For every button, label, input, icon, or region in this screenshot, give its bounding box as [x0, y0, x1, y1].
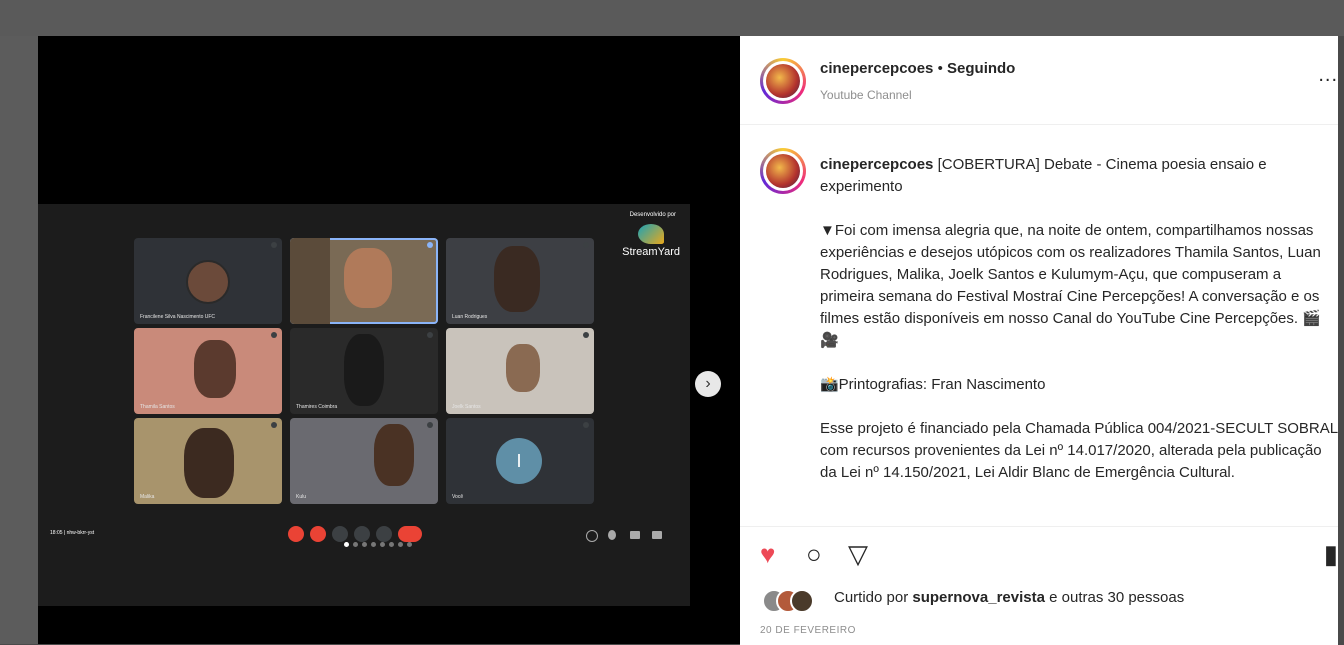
- mic-icon: [427, 422, 433, 428]
- caption-paragraph: ▼Foi com imensa alegria que, na noite de…: [820, 222, 1321, 349]
- video-call-screenshot: Desenvolvido por StreamYard Francilene S…: [38, 204, 690, 606]
- post-details-panel: cinepercepcoes • Seguindo Youtube Channe…: [740, 36, 1338, 645]
- bookshelf: [290, 238, 330, 324]
- participant-name: Thamila Santos: [140, 404, 175, 410]
- participant-tile: Malika: [134, 418, 282, 504]
- carousel-dot: [407, 542, 412, 547]
- following-button[interactable]: Seguindo: [947, 60, 1015, 77]
- liker-avatar: [790, 589, 814, 613]
- share-icon[interactable]: ▽: [848, 541, 868, 567]
- carousel-dot: [389, 542, 394, 547]
- caption-username-link[interactable]: cinepercepcoes: [820, 156, 933, 173]
- post-caption: cinepercepcoes [COBERTURA] Debate - Cine…: [820, 154, 1338, 506]
- participant-tile: Luan Rodrigues: [446, 238, 594, 324]
- chat-icon: [630, 531, 640, 539]
- mic-icon: [583, 332, 589, 338]
- dimmed-background-left: [0, 36, 38, 644]
- post-media: Desenvolvido por StreamYard Francilene S…: [38, 36, 740, 644]
- header-subtitle[interactable]: Youtube Channel: [820, 88, 912, 102]
- streamyard-brand: StreamYard: [622, 246, 680, 258]
- participant-face: [374, 424, 414, 486]
- header-username-line: cinepercepcoes • Seguindo: [820, 60, 1016, 77]
- participant-tile: I Você: [446, 418, 594, 504]
- caption-paragraph: 📸Printografias: Fran Nascimento: [820, 376, 1046, 393]
- participant-name: Joelk Santos: [452, 404, 481, 410]
- participant-tile: Joelk Santos: [446, 328, 594, 414]
- post-date[interactable]: 20 DE FEVEREIRO: [760, 625, 856, 636]
- mic-icon: [271, 242, 277, 248]
- more-options-icon: [376, 526, 392, 542]
- carousel-dot: [371, 542, 376, 547]
- camera-off-icon: [310, 526, 326, 542]
- participant-avatar: I: [496, 438, 542, 484]
- info-icon: [586, 530, 598, 542]
- likes-summary: Curtido por supernova_revista e outras 3…: [834, 589, 1185, 606]
- call-time-and-code: 18:05 | nhw-bkrr-yst: [50, 530, 95, 536]
- speaking-icon: [427, 242, 433, 248]
- mic-icon: [583, 422, 589, 428]
- participant-name: Thamires Coimbra: [296, 404, 338, 410]
- participant-name: Kulu: [296, 494, 307, 500]
- avatar[interactable]: [760, 58, 806, 104]
- participant-tile: Thamires Coimbra: [290, 328, 438, 414]
- profile-picture: [766, 64, 800, 98]
- mic-off-icon: [288, 526, 304, 542]
- participant-tile: Francilene Silva Nascimento UFC: [134, 238, 282, 324]
- streamyard-bird-icon: [638, 224, 665, 244]
- participant-face: [344, 248, 392, 308]
- participant-name: Malika: [140, 494, 155, 500]
- carousel-dot: [380, 542, 385, 547]
- comment-icon[interactable]: ○: [806, 541, 822, 567]
- participant-tile: [290, 238, 438, 324]
- heart-icon[interactable]: ♥: [760, 541, 775, 567]
- participant-face: [506, 344, 540, 392]
- caption-avatar[interactable]: [760, 148, 806, 194]
- streamyard-logo: StreamYard: [622, 224, 680, 258]
- more-options-icon[interactable]: ...: [1318, 64, 1338, 87]
- end-call-icon: [398, 526, 422, 542]
- carousel-dot: [344, 542, 349, 547]
- carousel-dot: [398, 542, 403, 547]
- present-icon: [354, 526, 370, 542]
- raise-hand-icon: [332, 526, 348, 542]
- participant-face: [494, 246, 540, 312]
- participant-tile: Thamila Santos: [134, 328, 282, 414]
- participant-face: [344, 334, 384, 406]
- mic-icon: [271, 422, 277, 428]
- mic-icon: [271, 332, 277, 338]
- participant-name: Luan Rodrigues: [452, 314, 488, 320]
- people-icon: [608, 530, 616, 540]
- participant-name: Francilene Silva Nascimento UFC: [140, 314, 216, 320]
- activities-icon: [652, 531, 662, 539]
- dimmed-background-top: [0, 0, 1344, 36]
- participant-face: [194, 340, 236, 398]
- chevron-right-icon[interactable]: ›: [695, 371, 721, 397]
- carousel-dots: [344, 542, 412, 547]
- caption-paragraph: Esse projeto é financiado pela Chamada P…: [820, 420, 1338, 481]
- header-username-link[interactable]: cinepercepcoes: [820, 60, 933, 77]
- post-header: cinepercepcoes • Seguindo Youtube Channe…: [740, 36, 1338, 125]
- post-actions: ♥ ○ ▽ ▮ Curtido por supernova_revista e …: [740, 526, 1338, 645]
- liker-username-link[interactable]: supernova_revista: [912, 589, 1045, 606]
- participant-avatar: [186, 260, 230, 304]
- developed-by-label: Desenvolvido por: [629, 212, 676, 218]
- bookmark-icon[interactable]: ▮: [1324, 541, 1338, 567]
- participant-face: [184, 428, 234, 498]
- mic-icon: [583, 242, 589, 248]
- mic-icon: [427, 332, 433, 338]
- participant-tile: Kulu: [290, 418, 438, 504]
- profile-picture: [766, 154, 800, 188]
- carousel-dot: [362, 542, 367, 547]
- participant-name: Você: [452, 494, 464, 500]
- carousel-dot: [353, 542, 358, 547]
